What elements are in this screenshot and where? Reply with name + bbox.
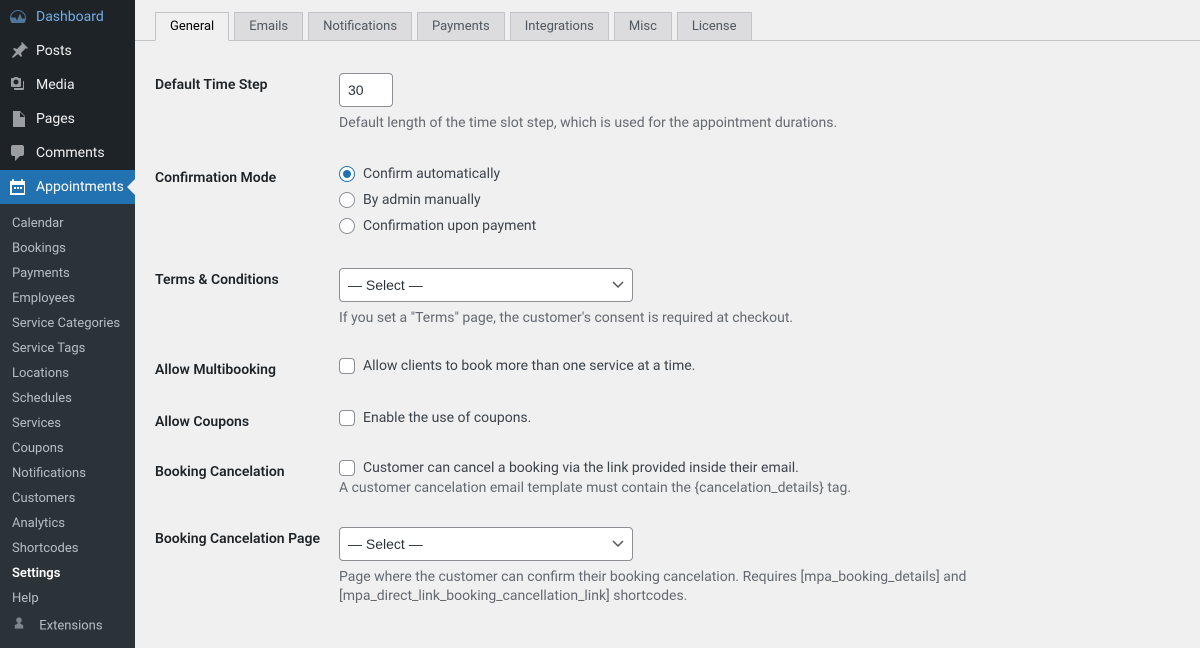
sub-extensions[interactable]: Extensions <box>0 611 135 641</box>
label-terms: Terms & Conditions <box>155 268 339 288</box>
row-confirmation-mode: Confirmation Mode Confirm automatically … <box>155 146 1180 246</box>
sidebar-item-media[interactable]: Media <box>0 68 135 102</box>
radio-confirm-payment[interactable]: Confirmation upon payment <box>339 218 1180 234</box>
tab-integrations[interactable]: Integrations <box>510 12 609 41</box>
sidebar-label: Extensions <box>39 618 102 633</box>
input-default-time-step[interactable] <box>339 73 393 107</box>
row-multibooking: Allow Multibooking Allow clients to book… <box>155 340 1180 390</box>
pin-icon <box>8 41 28 61</box>
checkbox-input[interactable] <box>339 410 355 426</box>
sidebar-item-posts[interactable]: Posts <box>0 34 135 68</box>
sidebar-label: Posts <box>36 43 72 59</box>
sub-customers[interactable]: Customers <box>0 486 135 511</box>
sub-services[interactable]: Services <box>0 411 135 436</box>
sub-coupons[interactable]: Coupons <box>0 436 135 461</box>
sub-service-tags[interactable]: Service Tags <box>0 336 135 361</box>
radio-input[interactable] <box>339 166 355 182</box>
label-coupons: Allow Coupons <box>155 410 339 430</box>
sidebar-label: Dashboard <box>36 9 104 25</box>
radio-confirm-auto[interactable]: Confirm automatically <box>339 166 1180 182</box>
settings-form: Default Time Step Default length of the … <box>135 41 1200 618</box>
sub-settings[interactable]: Settings <box>0 561 135 586</box>
sidebar-item-pages[interactable]: Pages <box>0 102 135 136</box>
desc-booking-cancel: A customer cancelation email template mu… <box>339 479 1180 499</box>
sidebar-item-appointments[interactable]: Appointments <box>0 170 135 204</box>
checkbox-input[interactable] <box>339 460 355 476</box>
tab-payments[interactable]: Payments <box>417 12 505 41</box>
sub-locations[interactable]: Locations <box>0 361 135 386</box>
row-booking-cancel: Booking Cancelation Customer can cancel … <box>155 442 1180 511</box>
admin-icon <box>12 616 32 636</box>
sub-employees[interactable]: Employees <box>0 286 135 311</box>
checkbox-coupons[interactable]: Enable the use of coupons. <box>339 410 1180 426</box>
sidebar-label: Media <box>36 77 75 93</box>
radio-input[interactable] <box>339 192 355 208</box>
tabs-nav: General Emails Notifications Payments In… <box>135 0 1200 41</box>
sub-shortcodes[interactable]: Shortcodes <box>0 536 135 561</box>
tab-general[interactable]: General <box>155 12 229 41</box>
desc-cancel-page: Page where the customer can confirm thei… <box>339 568 1180 607</box>
tab-emails[interactable]: Emails <box>234 12 303 41</box>
sub-notifications[interactable]: Notifications <box>0 461 135 486</box>
row-coupons: Allow Coupons Enable the use of coupons. <box>155 390 1180 442</box>
radio-input[interactable] <box>339 218 355 234</box>
main-content: General Emails Notifications Payments In… <box>135 0 1200 618</box>
label-confirmation-mode: Confirmation Mode <box>155 166 339 186</box>
sub-calendar[interactable]: Calendar <box>0 211 135 236</box>
row-default-time-step: Default Time Step Default length of the … <box>155 61 1180 146</box>
sidebar-label: Appointments <box>36 179 124 195</box>
radio-confirm-admin[interactable]: By admin manually <box>339 192 1180 208</box>
row-cancel-page: Booking Cancelation Page — Select — Page… <box>155 511 1180 618</box>
checkbox-booking-cancel[interactable]: Customer can cancel a booking via the li… <box>339 460 1180 476</box>
sub-payments[interactable]: Payments <box>0 261 135 286</box>
admin-sidebar: Dashboard Posts Media Pages Comments App… <box>0 0 135 618</box>
comments-icon <box>8 143 28 163</box>
select-terms[interactable]: — Select — <box>339 268 633 302</box>
checkbox-multibooking[interactable]: Allow clients to book more than one serv… <box>339 358 1180 374</box>
pages-icon <box>8 109 28 129</box>
tab-misc[interactable]: Misc <box>614 12 672 41</box>
label-booking-cancel: Booking Cancelation <box>155 460 339 480</box>
sidebar-item-dashboard[interactable]: Dashboard <box>0 0 135 34</box>
calendar-icon <box>8 177 28 197</box>
sub-schedules[interactable]: Schedules <box>0 386 135 411</box>
sub-service-categories[interactable]: Service Categories <box>0 311 135 336</box>
label-multibooking: Allow Multibooking <box>155 358 339 378</box>
label-cancel-page: Booking Cancelation Page <box>155 527 339 547</box>
sidebar-label: Pages <box>36 111 75 127</box>
checkbox-input[interactable] <box>339 358 355 374</box>
tab-notifications[interactable]: Notifications <box>308 12 412 41</box>
sidebar-submenu: Calendar Bookings Payments Employees Ser… <box>0 204 135 648</box>
desc-terms: If you set a "Terms" page, the customer'… <box>339 309 1180 329</box>
media-icon <box>8 75 28 95</box>
select-cancel-page[interactable]: — Select — <box>339 527 633 561</box>
desc-default-time-step: Default length of the time slot step, wh… <box>339 114 1180 134</box>
sidebar-item-comments[interactable]: Comments <box>0 136 135 170</box>
sub-help[interactable]: Help <box>0 586 135 611</box>
dashboard-icon <box>8 7 28 27</box>
sub-analytics[interactable]: Analytics <box>0 511 135 536</box>
tab-license[interactable]: License <box>677 12 752 41</box>
row-terms: Terms & Conditions — Select — If you set… <box>155 246 1180 341</box>
sub-bookings[interactable]: Bookings <box>0 236 135 261</box>
label-default-time-step: Default Time Step <box>155 73 339 93</box>
sidebar-label: Comments <box>36 145 105 161</box>
